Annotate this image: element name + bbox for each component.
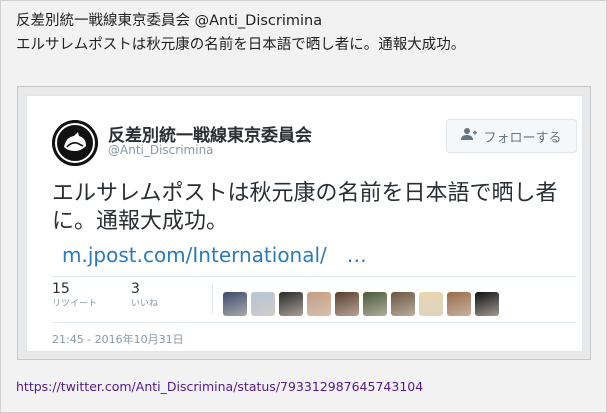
follow-user-icon (461, 127, 478, 145)
tweet-link[interactable]: m.jpost.com/International/ … (62, 239, 367, 268)
liker-avatar[interactable] (251, 292, 275, 316)
embedded-tweet-screenshot: 反差別統一戦線東京委員会 @Anti_Discrimina フォローする エルサ… (17, 86, 591, 360)
follow-button-label: フォローする (483, 130, 562, 146)
like-label: いいね (131, 299, 159, 309)
liker-avatar[interactable] (335, 292, 359, 316)
liker-avatar[interactable] (447, 292, 471, 316)
source-url-link[interactable]: https://twitter.com/Anti_Discrimina/stat… (16, 379, 423, 394)
divider (52, 322, 577, 323)
retweet-count: 15 (52, 281, 70, 297)
post-title: 反差別統一戦線東京委員会 @Anti_Discrimina (16, 13, 323, 29)
liker-avatar[interactable] (363, 292, 387, 316)
liker-avatar[interactable] (223, 292, 247, 316)
liker-avatar[interactable] (391, 292, 415, 316)
post-container: 反差別統一戦線東京委員会 @Anti_Discrimina エルサレムポストは秋… (0, 0, 607, 413)
account-handle[interactable]: @Anti_Discrimina (108, 143, 214, 157)
tweet-timestamp[interactable]: 21:45 - 2016年10月31日 (52, 331, 184, 347)
tweet-text: エルサレムポストは秋元康の名前を日本語で晒し者に。通報大成功。 (52, 181, 558, 234)
liker-avatar[interactable] (475, 292, 499, 316)
liker-avatar[interactable] (279, 292, 303, 316)
post-body: エルサレムポストは秋元康の名前を日本語で晒し者に。通報大成功。 (16, 37, 466, 53)
liker-avatars (223, 292, 499, 316)
liker-avatar[interactable] (419, 292, 443, 316)
account-avatar[interactable] (52, 120, 98, 166)
follow-button[interactable]: フォローする (446, 119, 577, 153)
like-count: 3 (131, 281, 140, 297)
like-stat[interactable]: 3 いいね (131, 280, 158, 310)
tweet-card: 反差別統一戦線東京委員会 @Anti_Discrimina フォローする エルサ… (26, 95, 583, 352)
liker-avatar[interactable] (307, 292, 331, 316)
retweet-label: リツイート (52, 299, 98, 309)
stat-separator (212, 284, 213, 314)
divider (52, 276, 577, 277)
retweet-stat[interactable]: 15 リツイート (52, 280, 97, 310)
